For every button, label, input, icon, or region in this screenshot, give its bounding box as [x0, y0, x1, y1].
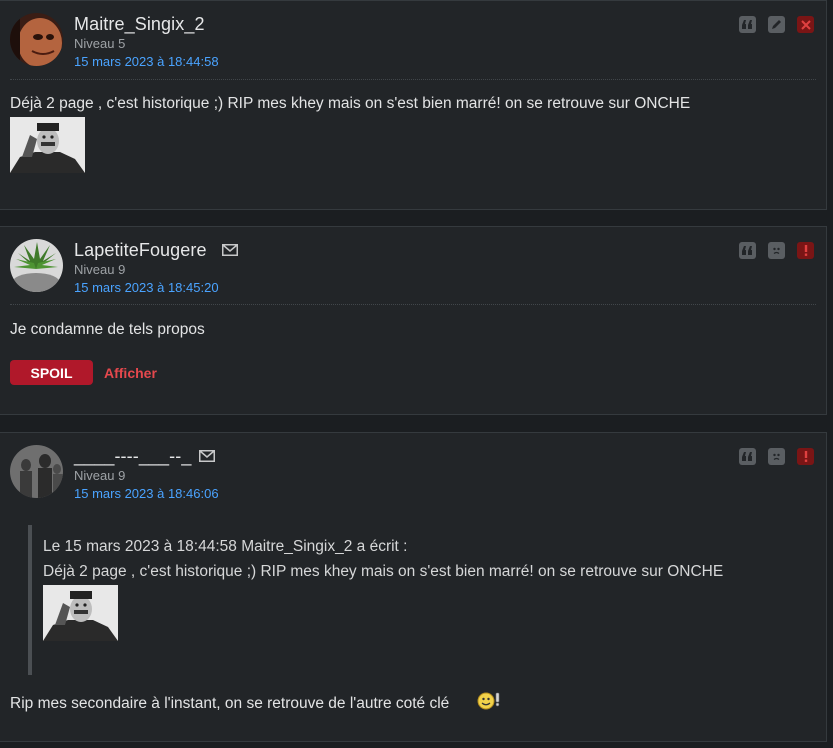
author-level: Niveau 5 — [74, 36, 126, 51]
spoil-button[interactable]: SPOIL — [10, 360, 93, 385]
avatar[interactable] — [10, 13, 63, 66]
post-3: ____----___--_ Niveau 9 15 mars 2023 à 1… — [0, 432, 827, 742]
author-level: Niveau 9 — [74, 262, 126, 277]
mail-icon[interactable] — [199, 450, 215, 462]
report-icon[interactable] — [797, 242, 814, 259]
spoil-show-link[interactable]: Afficher — [104, 365, 157, 381]
quote-icon[interactable] — [739, 448, 756, 465]
post-date[interactable]: 15 mars 2023 à 18:45:20 — [74, 280, 219, 295]
author-level: Niveau 9 — [74, 468, 126, 483]
sticker-image[interactable] — [10, 117, 85, 173]
edit-icon[interactable] — [768, 16, 785, 33]
ignore-icon[interactable] — [768, 242, 785, 259]
report-icon[interactable] — [797, 448, 814, 465]
author-name[interactable]: LapetiteFougere — [74, 240, 207, 261]
quote-text: Déjà 2 page , c'est historique ;) RIP me… — [43, 563, 724, 580]
post-date[interactable]: 15 mars 2023 à 18:46:06 — [74, 486, 219, 501]
separator — [10, 304, 816, 305]
post-actions — [739, 242, 814, 259]
post-2: LapetiteFougere Niveau 9 15 mars 2023 à … — [0, 226, 827, 415]
author-name[interactable]: ____----___--_ — [74, 446, 191, 467]
post-text: Rip mes secondaire à l'instant, on se re… — [10, 695, 450, 712]
post-text: Déjà 2 page , c'est historique ;) RIP me… — [10, 95, 691, 112]
blockquote: Le 15 mars 2023 à 18:44:58 Maitre_Singix… — [28, 525, 802, 675]
post-actions — [739, 448, 814, 465]
avatar[interactable] — [10, 445, 63, 498]
quote-header: Le 15 mars 2023 à 18:44:58 Maitre_Singix… — [43, 538, 408, 555]
mail-icon[interactable] — [222, 244, 238, 256]
post-1: Maitre_Singix_2 Niveau 5 15 mars 2023 à … — [0, 0, 827, 210]
ignore-icon[interactable] — [768, 448, 785, 465]
sticker-image[interactable] — [43, 585, 118, 641]
avatar[interactable] — [10, 239, 63, 292]
separator — [10, 79, 816, 80]
quote-icon[interactable] — [739, 242, 756, 259]
author-name[interactable]: Maitre_Singix_2 — [74, 14, 205, 35]
post-actions — [739, 16, 814, 33]
post-text: Je condamne de tels propos — [10, 321, 205, 338]
post-date[interactable]: 15 mars 2023 à 18:44:58 — [74, 54, 219, 69]
delete-icon[interactable] — [797, 16, 814, 33]
smiley-icon — [477, 692, 500, 710]
quote-icon[interactable] — [739, 16, 756, 33]
